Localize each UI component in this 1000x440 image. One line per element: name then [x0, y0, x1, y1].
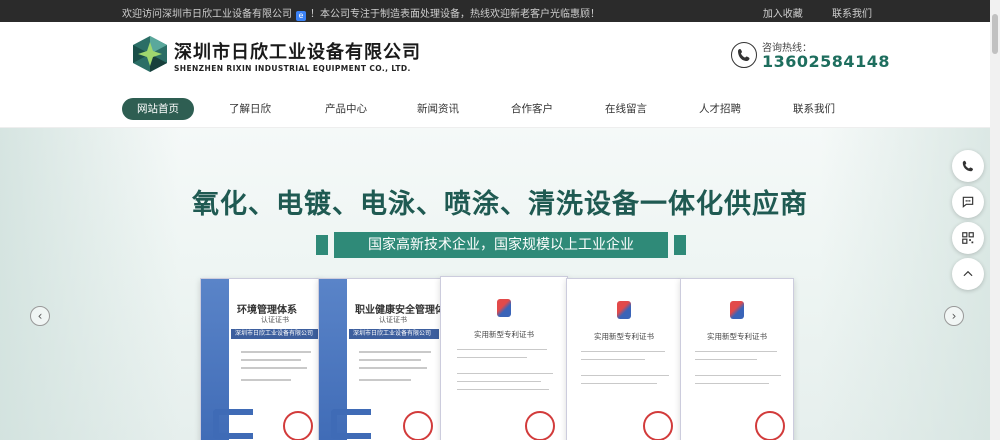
welcome-label: 欢迎访问深圳市日欣工业设备有限公司	[122, 9, 292, 20]
float-qrcode-button[interactable]	[952, 222, 984, 254]
next-slide-button[interactable]: ›	[944, 306, 964, 326]
company-name-en: SHENZHEN RIXIN INDUSTRIAL EQUIPMENT CO.,…	[174, 64, 411, 73]
prev-slide-button[interactable]: ‹	[30, 306, 50, 326]
nav-products[interactable]: 产品中心	[316, 98, 376, 120]
chat-icon	[962, 196, 974, 208]
patent-text-line	[581, 359, 645, 360]
nav-home[interactable]: 网站首页	[122, 98, 194, 120]
patent-text-line	[695, 375, 781, 376]
patent-text-line	[457, 373, 553, 374]
back-to-top-icon	[963, 270, 973, 277]
add-favorite-link[interactable]: 加入收藏	[763, 9, 803, 20]
certificate-text-line	[241, 359, 301, 361]
certificate-text-line	[359, 351, 431, 353]
certificate-company: 深圳市日欣工业设备有限公司	[349, 329, 439, 339]
qrcode-icon	[962, 232, 974, 244]
hero-banner[interactable]: 氧化、电镀、电泳、喷涂、清洗设备一体化供应商 国家高新技术企业，国家规模以上工业…	[0, 128, 1000, 440]
notice-text: ！本公司专注于制造表面处理设备，热线欢迎新老客户光临惠顾！	[310, 9, 600, 20]
patent-text-line	[581, 351, 665, 352]
certificate-text-line	[241, 379, 291, 381]
certificate-subtitle: 认证证书	[379, 316, 407, 324]
patent-certificate-1: 实用新型专利证书	[440, 276, 568, 440]
red-seal-icon	[525, 411, 555, 440]
banner-ribbon: 国家高新技术企业，国家规模以上工业企业	[316, 232, 686, 258]
certificate-health-safety: 职业健康安全管理体系 认证证书 深圳市日欣工业设备有限公司	[318, 278, 442, 440]
patent-text-line	[695, 359, 757, 360]
patent-logo-icon	[617, 301, 631, 319]
nav-clients[interactable]: 合作客户	[502, 98, 562, 120]
patent-text-line	[581, 383, 657, 384]
banner-left-glow	[0, 128, 180, 440]
certificate-logo-icon	[331, 409, 371, 439]
nav-contact[interactable]: 联系我们	[784, 98, 844, 120]
certificate-text-line	[241, 351, 311, 353]
nav-news[interactable]: 新闻资讯	[408, 98, 468, 120]
red-seal-icon	[283, 411, 313, 440]
patent-text-line	[457, 349, 547, 350]
company-name-cn: 深圳市日欣工业设备有限公司	[174, 42, 421, 63]
red-seal-icon	[643, 411, 673, 440]
patent-text-line	[695, 383, 769, 384]
patent-title: 实用新型专利证书	[474, 330, 534, 339]
company-logo-icon[interactable]	[130, 34, 170, 74]
patent-text-line	[581, 375, 669, 376]
hotline-number[interactable]: 13602584148	[762, 52, 890, 71]
patent-text-line	[457, 357, 527, 358]
top-links: 加入收藏 联系我们	[737, 5, 872, 20]
main-nav: 网站首页 了解日欣 产品中心 新闻资讯 合作客户 在线留言 人才招聘 联系我们	[0, 92, 1000, 128]
red-seal-icon	[755, 411, 785, 440]
phone-icon	[731, 42, 757, 68]
certificate-text-line	[241, 367, 307, 369]
red-seal-icon	[403, 411, 433, 440]
patent-title: 实用新型专利证书	[707, 332, 767, 341]
certificate-logo-icon	[213, 409, 253, 439]
certificate-environment: 环境管理体系 认证证书 深圳市日欣工业设备有限公司	[200, 278, 322, 440]
page-scrollbar[interactable]	[990, 0, 1000, 440]
certificate-text-line	[359, 359, 421, 361]
float-back-to-top-button[interactable]	[952, 258, 984, 290]
patent-logo-icon	[497, 299, 511, 317]
patent-text-line	[457, 381, 541, 382]
banner-headline: 氧化、电镀、电泳、喷涂、清洗设备一体化供应商	[192, 189, 808, 220]
header: 深圳市日欣工业设备有限公司 SHENZHEN RIXIN INDUSTRIAL …	[0, 22, 1000, 92]
ie-badge-icon: e	[296, 11, 306, 21]
certificate-title: 环境管理体系	[237, 305, 297, 316]
certificate-subtitle: 认证证书	[261, 316, 289, 324]
contact-us-link[interactable]: 联系我们	[832, 9, 872, 20]
certificate-text-line	[359, 367, 427, 369]
patent-logo-icon	[730, 301, 744, 319]
nav-about[interactable]: 了解日欣	[220, 98, 280, 120]
float-chat-button[interactable]	[952, 186, 984, 218]
certificate-text-line	[359, 379, 411, 381]
certificate-title: 职业健康安全管理体系	[355, 305, 441, 316]
certificate-company: 深圳市日欣工业设备有限公司	[231, 329, 321, 339]
float-phone-button[interactable]	[952, 150, 984, 182]
nav-message[interactable]: 在线留言	[596, 98, 656, 120]
phone-icon	[962, 160, 973, 172]
scrollbar-thumb[interactable]	[992, 14, 998, 54]
top-bar: 欢迎访问深圳市日欣工业设备有限公司 e ！本公司专注于制造表面处理设备，热线欢迎新老…	[0, 0, 1000, 22]
patent-text-line	[695, 351, 777, 352]
nav-jobs[interactable]: 人才招聘	[690, 98, 750, 120]
welcome-text: 欢迎访问深圳市日欣工业设备有限公司 e ！本公司专注于制造表面处理设备，热线欢迎新老…	[122, 5, 600, 21]
patent-certificate-2: 实用新型专利证书	[566, 278, 682, 440]
patent-certificate-3: 实用新型专利证书	[680, 278, 794, 440]
patent-text-line	[457, 389, 549, 390]
patent-title: 实用新型专利证书	[594, 332, 654, 341]
